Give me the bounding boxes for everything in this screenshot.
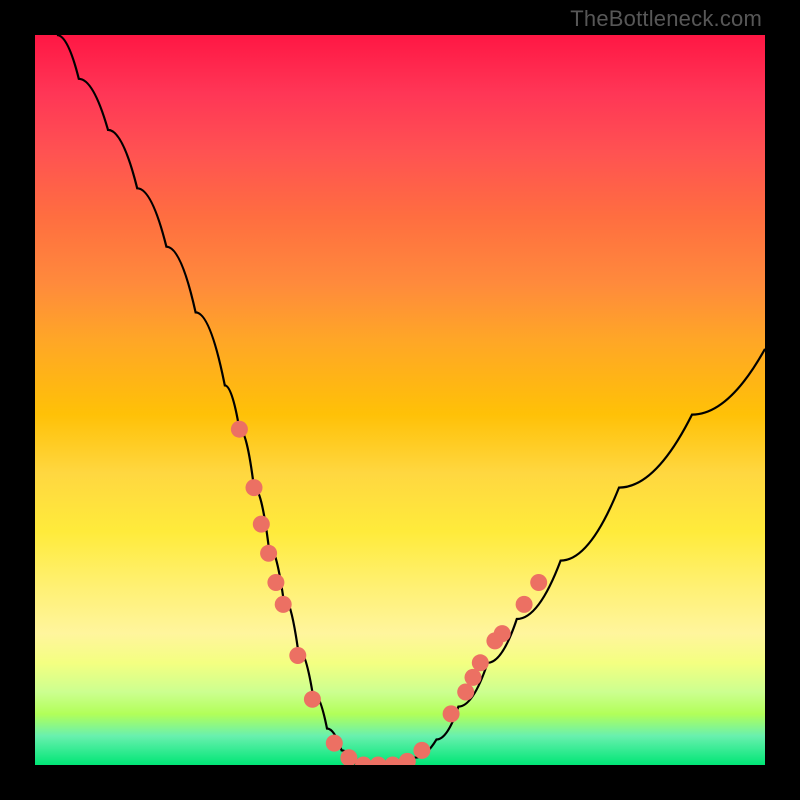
data-point bbox=[246, 479, 263, 496]
chart-svg bbox=[35, 35, 765, 765]
data-point bbox=[370, 757, 387, 766]
data-markers bbox=[231, 421, 547, 765]
data-point bbox=[231, 421, 248, 438]
data-point bbox=[384, 757, 401, 766]
data-point bbox=[267, 574, 284, 591]
bottleneck-curve bbox=[57, 35, 765, 765]
data-point bbox=[516, 596, 533, 613]
data-point bbox=[275, 596, 292, 613]
data-point bbox=[326, 735, 343, 752]
data-point bbox=[494, 625, 511, 642]
data-point bbox=[399, 753, 416, 765]
data-point bbox=[530, 574, 547, 591]
data-point bbox=[304, 691, 321, 708]
data-point bbox=[413, 742, 430, 759]
data-point bbox=[289, 647, 306, 664]
data-point bbox=[457, 684, 474, 701]
data-point bbox=[465, 669, 482, 686]
data-point bbox=[443, 705, 460, 722]
plot-area bbox=[35, 35, 765, 765]
data-point bbox=[253, 516, 270, 533]
attribution-text: TheBottleneck.com bbox=[570, 6, 762, 32]
chart-frame: TheBottleneck.com bbox=[0, 0, 800, 800]
data-point bbox=[472, 654, 489, 671]
data-point bbox=[260, 545, 277, 562]
data-point bbox=[355, 757, 372, 766]
